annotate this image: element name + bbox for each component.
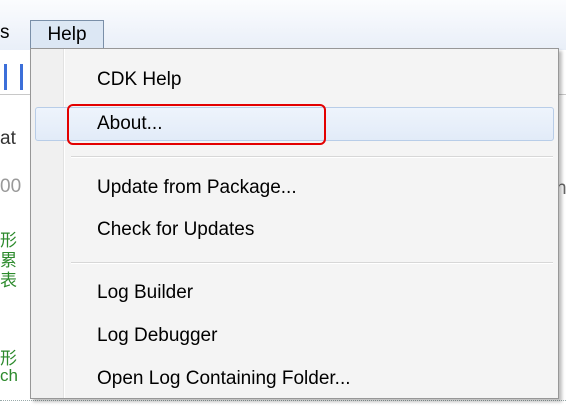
menubar: s Help [0,0,566,51]
background-text-fragment: at [0,128,16,149]
background-text-fragment: 表 [0,271,17,290]
menu-item-open-log-containing-folder[interactable]: Open Log Containing Folder... [97,368,351,390]
help-menu[interactable]: Help [30,20,104,49]
red-annotation-box [67,104,326,145]
menu-item-check-for-updates[interactable]: Check for Updates [97,219,254,241]
menu-item-cdk-help[interactable]: CDK Help [97,69,181,91]
menu-separator [71,156,553,157]
menu-separator [71,262,553,263]
menu-item-log-builder[interactable]: Log Builder [97,282,193,304]
menu-item-log-debugger[interactable]: Log Debugger [97,325,217,347]
background-text-fragment: ch [0,366,18,385]
menu-icon-gutter [31,49,64,398]
menu-item-update-from-package[interactable]: Update from Package... [97,177,297,199]
toolbar-accent-bar [20,64,23,90]
help-dropdown-menu: CDK Help About... Update from Package...… [30,48,559,399]
menubar-previous-menu-fragment[interactable]: s [0,22,10,44]
dotted-divider [0,400,566,401]
background-text-fragment: 00 [0,176,22,197]
toolbar-accent-bar [4,64,7,90]
gutter-highlight-line [64,49,65,398]
